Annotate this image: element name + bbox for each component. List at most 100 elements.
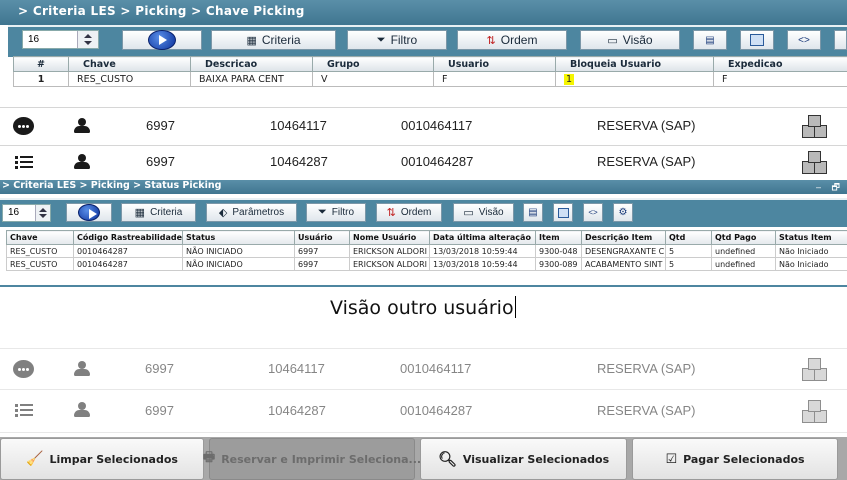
status-text: RESERVA (SAP) [597, 403, 696, 418]
column-header[interactable]: Qtd [665, 230, 712, 245]
cell-chave: RES_CUSTO [68, 71, 191, 87]
document-number: 10464287 [268, 403, 326, 418]
breadcrumb: > Criteria LES > Picking > Status Pickin… [2, 180, 222, 191]
column-header[interactable]: Data última alteração [429, 230, 536, 245]
execute-button[interactable] [66, 203, 112, 222]
list-item[interactable]: 6997 10464287 0010464287 RESERVA (SAP) [0, 390, 847, 433]
printer-icon: 🖶 [202, 450, 216, 465]
column-header[interactable]: Usuário [294, 230, 350, 245]
cell: 0010464287 [73, 244, 183, 258]
boxes-icon[interactable] [800, 149, 830, 175]
boxes-icon[interactable] [800, 113, 830, 139]
visualizar-selecionados-button[interactable]: 🔍︎ Visualizar Selecionados [420, 438, 627, 480]
criteria-button[interactable]: ▦ Criteria [211, 30, 336, 50]
limpar-label: Limpar Selecionados [49, 452, 178, 466]
text-caret [514, 296, 516, 318]
pagar-selecionados-button[interactable]: ☑ Pagar Selecionados [632, 438, 838, 480]
execute-button[interactable] [122, 30, 202, 50]
ordem-button[interactable]: ⇅ Ordem [376, 203, 442, 222]
column-header[interactable]: Status Item [775, 230, 847, 245]
breadcrumb: > Criteria LES > Picking > Chave Picking [18, 4, 305, 18]
cell: 13/03/2018 10:59:44 [429, 257, 536, 271]
filtro-button[interactable]: ⏷ Filtro [306, 203, 366, 222]
visao-button[interactable]: ▭ Visão [580, 30, 680, 50]
window-controls[interactable]: – 🗗 [816, 180, 844, 196]
save-button[interactable] [553, 203, 573, 222]
cell: 9300-048 [535, 244, 582, 258]
cell-descricao: BAIXA PARA CENT [190, 71, 313, 87]
user-icon [74, 361, 90, 377]
column-header[interactable]: Descricao [190, 56, 313, 72]
tracking-code: 0010464287 [401, 154, 474, 169]
table-row[interactable]: 1 RES_CUSTO BAIXA PARA CENT V F 1 F [13, 71, 847, 87]
user-code: 6997 [146, 118, 175, 133]
cell: ERICKSON ALDORI [349, 257, 430, 271]
parametros-label: Parâmetros [232, 207, 285, 218]
checkbox-icon: ☑ [665, 451, 678, 467]
code-button[interactable]: <> [787, 30, 821, 50]
column-header[interactable]: Bloqueia Usuario [555, 56, 714, 72]
play-icon [148, 30, 176, 50]
list-item[interactable]: 6997 10464287 0010464287 RESERVA (SAP) [0, 144, 847, 182]
more-icon[interactable] [13, 117, 34, 135]
more-icon[interactable] [13, 360, 34, 378]
list-icon[interactable] [15, 404, 33, 418]
caption-text: Visão outro usuário [330, 296, 516, 319]
status-picking-table: Chave Código Rastreabilidade Status Usuá… [6, 230, 847, 271]
save-icon [557, 207, 569, 218]
column-header[interactable]: # [13, 56, 69, 72]
code-button[interactable]: <> [583, 203, 603, 222]
column-header[interactable]: Código Rastreabilidade [73, 230, 183, 245]
page-size-spinner[interactable]: 16 [2, 204, 51, 222]
column-header[interactable]: Expedicao [713, 56, 847, 72]
list-item[interactable]: 6997 10464117 0010464117 RESERVA (SAP) [0, 107, 847, 146]
column-header[interactable]: Grupo [312, 56, 434, 72]
column-header[interactable]: Qtd Pago [711, 230, 776, 245]
view-icon: ▭ [607, 34, 618, 47]
wrench-icon: ⚙ [618, 207, 628, 218]
column-header[interactable]: Item [535, 230, 582, 245]
tracking-code: 0010464117 [401, 118, 473, 133]
column-header[interactable]: Usuario [433, 56, 556, 72]
funnel-icon: ⏷ [317, 206, 327, 218]
spinner-arrows[interactable] [35, 205, 50, 221]
table-row[interactable]: RES_CUSTO 0010464287 NÃO INICIADO 6997 E… [6, 257, 847, 271]
filtro-button[interactable]: ⏷ Filtro [347, 30, 447, 50]
table-row[interactable]: RES_CUSTO 0010464287 NÃO INICIADO 6997 E… [6, 244, 847, 258]
reservar-imprimir-button[interactable]: 🖶 Reservar e Imprimir Seleciona... [203, 438, 421, 480]
limpar-selecionados-button[interactable]: 🧹 Limpar Selecionados [0, 438, 204, 480]
status-picking-panel: > Criteria LES > Picking > Status Pickin… [0, 180, 847, 287]
column-header[interactable]: Status [182, 230, 295, 245]
criteria-button[interactable]: ▦ Criteria [121, 203, 196, 222]
column-header[interactable]: Descrição Item [581, 230, 666, 245]
page-size-value: 16 [28, 34, 40, 45]
ordem-button[interactable]: ⇅ Ordem [457, 30, 567, 50]
tools-button[interactable]: ⚙ [613, 203, 633, 222]
user-code: 6997 [145, 361, 174, 376]
spinner-arrows[interactable] [77, 31, 98, 48]
visualizar-label: Visualizar Selecionados [462, 452, 610, 466]
pagar-label: Pagar Selecionados [683, 452, 805, 466]
list-item[interactable]: 6997 10464117 0010464117 RESERVA (SAP) [0, 348, 847, 390]
boxes-icon[interactable] [800, 398, 830, 424]
criteria-label: Criteria [150, 207, 183, 218]
list-icon[interactable] [15, 156, 33, 170]
column-header[interactable]: Chave [68, 56, 191, 72]
column-header[interactable]: Chave [6, 230, 74, 245]
user-icon [74, 402, 90, 418]
criteria-icon: ▦ [134, 207, 146, 219]
tracking-code: 0010464117 [400, 361, 472, 376]
export-excel-button[interactable]: ▤ [523, 203, 543, 222]
visao-button[interactable]: ▭ Visão [453, 203, 514, 222]
boxes-icon[interactable] [800, 356, 830, 382]
parametros-button[interactable]: ⬖ Parâmetros [206, 203, 297, 222]
cell: RES_CUSTO [6, 257, 74, 271]
save-button[interactable] [740, 30, 774, 50]
sort-az-icon: ⇅ [386, 207, 396, 219]
export-excel-button[interactable]: ▤ [693, 30, 727, 50]
column-header[interactable]: Nome Usuário [349, 230, 430, 245]
extra-button[interactable] [834, 30, 847, 50]
page-size-spinner[interactable]: 16 [22, 30, 99, 49]
filtro-label: Filtro [390, 33, 418, 47]
tag-icon: ⬖ [218, 207, 228, 219]
